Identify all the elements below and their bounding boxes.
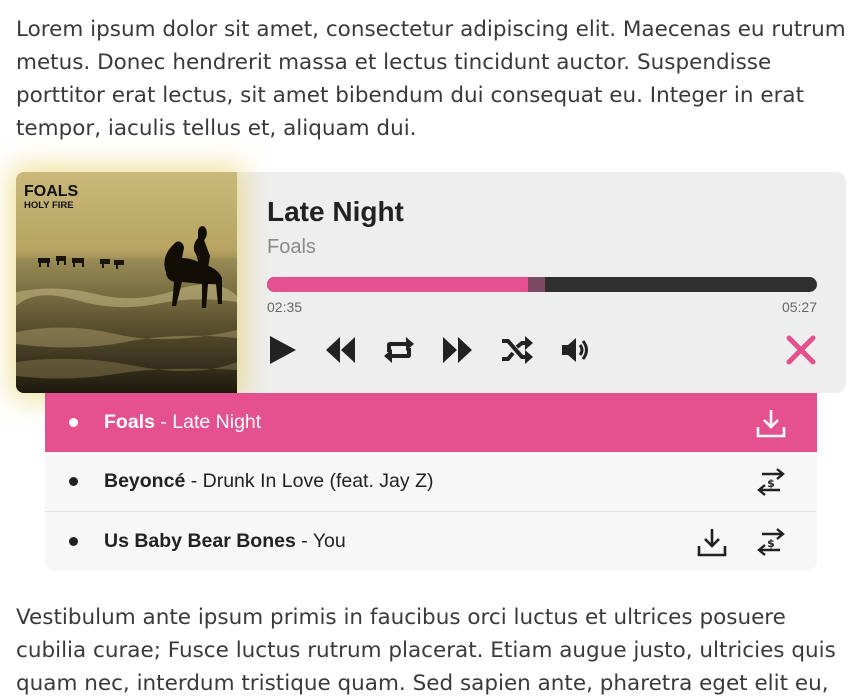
playlist: Foals - Late Night Beyoncé - Drunk In Lo…: [45, 393, 817, 571]
svg-text:$: $: [767, 477, 775, 490]
playlist-item[interactable]: Us Baby Bear Bones - You $: [45, 512, 817, 571]
shuffle-button[interactable]: [499, 332, 535, 368]
download-icon: [756, 410, 786, 438]
playlist-item-artist: Foals: [104, 411, 155, 433]
fast-forward-icon: [443, 337, 472, 363]
play-icon: [270, 336, 296, 364]
separator: -: [154, 411, 173, 433]
buy-button[interactable]: $: [754, 525, 788, 559]
fast-forward-button[interactable]: [440, 332, 476, 368]
playlist-item-song: Drunk In Love (feat. Jay Z): [202, 470, 434, 492]
play-button[interactable]: [264, 332, 300, 368]
separator: -: [185, 470, 203, 492]
rewind-button[interactable]: [322, 332, 358, 368]
download-button[interactable]: [695, 525, 729, 559]
playlist-item[interactable]: Beyoncé - Drunk In Love (feat. Jay Z) $: [45, 452, 817, 512]
progress-bar[interactable]: [267, 277, 817, 292]
bullet: [69, 418, 78, 427]
volume-button[interactable]: [558, 332, 594, 368]
bullet: [69, 537, 78, 546]
intro-paragraph: Lorem ipsum dolor sit amet, consectetur …: [16, 17, 846, 141]
album-cover: FOALS HOLY FIRE: [16, 172, 237, 393]
shuffle-icon: [502, 336, 533, 364]
svg-text:HOLY FIRE: HOLY FIRE: [24, 200, 74, 211]
download-icon: [697, 529, 727, 557]
audio-player: FOALS HOLY FIRE Late Night Foals 02:35 0…: [16, 172, 846, 393]
svg-text:FOALS: FOALS: [24, 183, 79, 200]
playlist-item-song: Late Night: [172, 411, 262, 433]
track-title: Late Night: [267, 196, 404, 227]
buy-button[interactable]: $: [754, 465, 788, 499]
playlist-item-artist: Us Baby Bear Bones: [104, 530, 296, 552]
download-button[interactable]: [754, 406, 788, 440]
track-artist: Foals: [267, 236, 316, 258]
buy-icon: $: [757, 528, 785, 556]
buy-icon: $: [757, 468, 785, 496]
svg-text:$: $: [767, 537, 775, 550]
progress-fill: [267, 277, 529, 292]
time-current: 02:35: [267, 299, 303, 315]
volume-icon: [562, 338, 588, 362]
repeat-button[interactable]: [381, 332, 417, 368]
separator: -: [295, 530, 313, 552]
rewind-icon: [326, 337, 355, 363]
time-total: 05:27: [781, 299, 817, 315]
playlist-item-artist: Beyoncé: [104, 470, 186, 492]
playlist-item-song: You: [312, 530, 346, 552]
repeat-icon: [384, 337, 414, 363]
close-button[interactable]: [783, 332, 819, 368]
playlist-item[interactable]: Foals - Late Night: [45, 393, 817, 452]
close-icon: [786, 335, 816, 365]
body-paragraph: Vestibulum ante ipsum primis in faucibus…: [16, 605, 836, 696]
bullet: [69, 477, 78, 486]
